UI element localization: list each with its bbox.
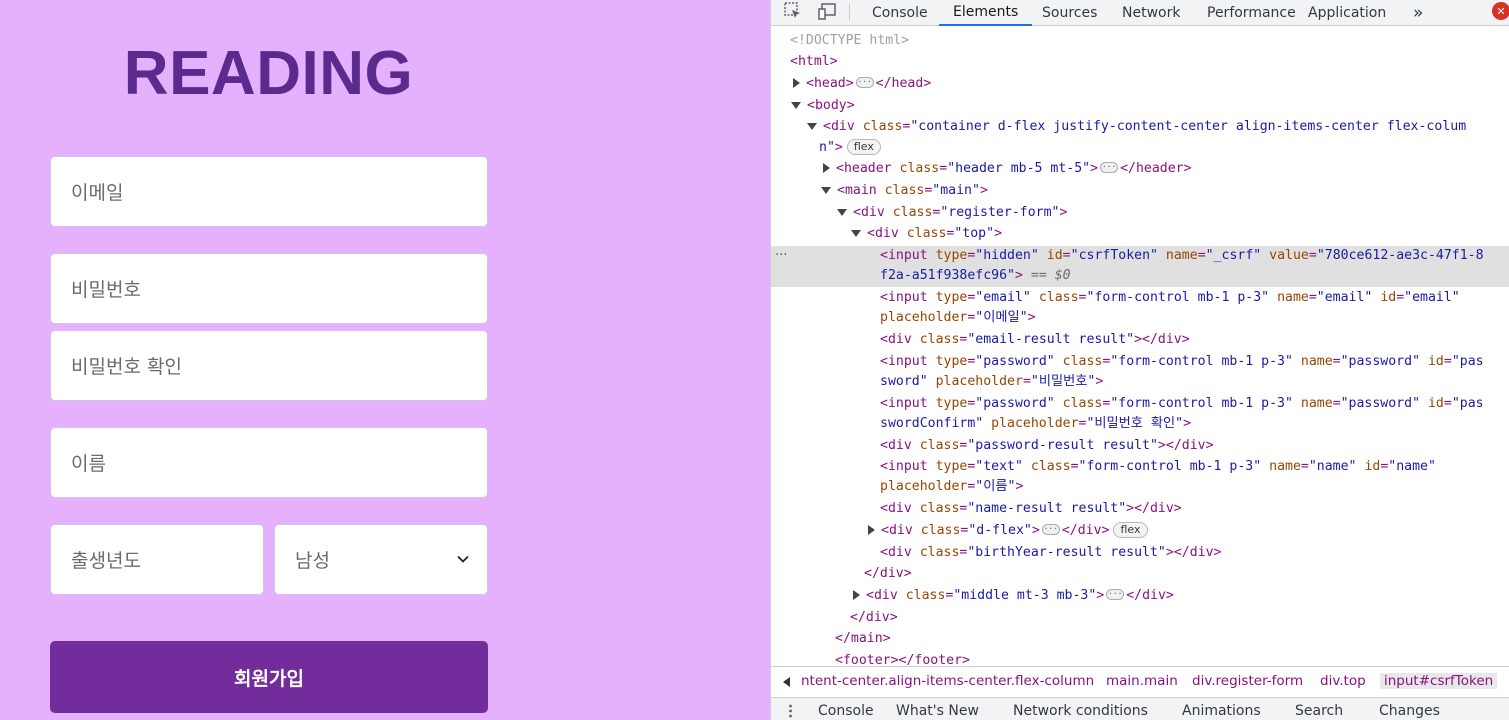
ellipsis-icon[interactable]: ··· xyxy=(855,76,874,88)
dom-node[interactable]: n"> flex xyxy=(819,138,881,158)
ellipsis-icon[interactable]: ··· xyxy=(1100,161,1119,173)
tab-application[interactable]: Application xyxy=(1308,0,1386,26)
dom-node[interactable]: <div class="email-result result"></div> xyxy=(880,330,1190,350)
expand-arrow-icon[interactable] xyxy=(868,525,875,535)
flex-badge[interactable]: flex xyxy=(846,139,881,155)
breadcrumb-item[interactable]: div.register-form xyxy=(1192,673,1303,689)
signup-button[interactable]: 회원가입 xyxy=(50,641,488,713)
dom-node[interactable]: <div class="d-flex"> ··· </div> flex xyxy=(868,521,1148,541)
dom-node[interactable]: <div class="birthYear-result result"></d… xyxy=(880,543,1221,563)
drawer-tab-animations[interactable]: Animations xyxy=(1182,703,1261,719)
gender-select[interactable]: 남성 xyxy=(274,524,488,595)
email-placeholder: 이메일 xyxy=(71,182,124,204)
birth-year-input[interactable]: 출생년도 xyxy=(50,524,264,595)
dom-node[interactable]: <div class="password-result result"></di… xyxy=(880,436,1214,456)
tab-performance[interactable]: Performance xyxy=(1207,0,1296,26)
dom-node[interactable]: <head> ··· </head> xyxy=(793,74,931,94)
breadcrumb-item[interactable]: div.top xyxy=(1320,673,1366,689)
dom-node[interactable]: <!DOCTYPE html> xyxy=(790,31,909,51)
tab-network[interactable]: Network xyxy=(1122,0,1180,26)
dom-node[interactable]: <div class="name-result result"></div> xyxy=(880,499,1182,519)
app-logo: READING xyxy=(123,39,414,108)
breadcrumb-item[interactable]: main.main xyxy=(1106,673,1178,689)
collapse-arrow-icon[interactable] xyxy=(791,101,801,109)
drawer-tabbar: Console What's New Network conditions An… xyxy=(771,697,1509,720)
expand-arrow-icon[interactable] xyxy=(823,163,830,173)
inspect-element-icon[interactable] xyxy=(781,0,805,22)
dom-node[interactable]: <header class="header mb-5 mt-5"> ··· </he… xyxy=(823,159,1192,179)
dom-node[interactable]: <input type="text" class="form-control m… xyxy=(880,457,1436,477)
device-toolbar-icon[interactable] xyxy=(815,0,839,22)
ellipsis-icon[interactable]: ··· xyxy=(1106,588,1125,600)
birth-year-placeholder: 출생년도 xyxy=(71,550,141,572)
collapse-arrow-icon[interactable] xyxy=(821,186,831,194)
selected-dom-node[interactable]: ··· <input type="hidden" id="csrfToken" … xyxy=(771,246,1509,287)
tab-elements[interactable]: Elements xyxy=(939,0,1033,26)
dom-node[interactable]: sword" placeholder="비밀번호"> xyxy=(880,372,1103,392)
breadcrumb-item-selected[interactable]: input#csrfToken xyxy=(1380,673,1498,689)
drawer-tab-search[interactable]: Search xyxy=(1295,703,1343,719)
name-placeholder: 이름 xyxy=(71,453,106,475)
flex-badge[interactable]: flex xyxy=(1113,522,1148,538)
collapse-arrow-icon[interactable] xyxy=(851,229,861,237)
drawer-tab-console[interactable]: Console xyxy=(818,703,874,719)
password-confirm-placeholder: 비밀번호 확인 xyxy=(71,356,182,378)
dom-node[interactable]: <div class="container d-flex justify-con… xyxy=(807,117,1466,137)
drawer-menu-icon[interactable] xyxy=(789,704,792,720)
devtools-panel: Console Elements Sources Network Perform… xyxy=(770,0,1509,720)
node-actions-icon[interactable]: ··· xyxy=(775,246,787,266)
password-placeholder: 비밀번호 xyxy=(71,279,141,301)
dom-node[interactable]: </div> xyxy=(864,564,912,584)
dom-node[interactable]: <div class="middle mt-3 mb-3"> ··· </div> xyxy=(853,586,1174,606)
ellipsis-icon[interactable]: ··· xyxy=(1041,523,1060,535)
dom-node[interactable]: placeholder="이메일"> xyxy=(880,308,1036,328)
name-input[interactable]: 이름 xyxy=(50,427,488,498)
collapse-arrow-icon[interactable] xyxy=(837,208,847,216)
dom-node[interactable]: <div class="register-form"> xyxy=(837,203,1067,223)
expand-arrow-icon[interactable] xyxy=(793,78,800,88)
expand-arrow-icon[interactable] xyxy=(853,590,860,600)
dom-node[interactable]: <body> xyxy=(791,96,855,116)
dom-node[interactable]: swordConfirm" placeholder="비밀번호 확인"> xyxy=(880,414,1191,434)
drawer-tab-whats-new[interactable]: What's New xyxy=(896,703,979,719)
dom-node[interactable]: <div class="top"> xyxy=(851,224,1002,244)
scroll-left-icon[interactable] xyxy=(783,677,790,687)
dom-node[interactable]: <input type="password" class="form-contr… xyxy=(880,352,1484,372)
chevron-down-icon xyxy=(457,555,469,563)
tab-sources[interactable]: Sources xyxy=(1042,0,1097,26)
dom-node[interactable]: <input type="password" class="form-contr… xyxy=(880,394,1484,414)
breadcrumb-item[interactable]: ntent-center.align-items-center.flex-col… xyxy=(801,673,1094,689)
password-confirm-input[interactable]: 비밀번호 확인 xyxy=(50,330,488,401)
dom-node[interactable]: <input type="email" class="form-control … xyxy=(880,288,1460,308)
dom-node[interactable]: placeholder="이름"> xyxy=(880,477,1023,497)
password-input[interactable]: 비밀번호 xyxy=(50,253,488,324)
collapse-arrow-icon[interactable] xyxy=(807,122,817,130)
drawer-tab-changes[interactable]: Changes xyxy=(1379,703,1440,719)
dom-tree: <!DOCTYPE html> <html> <head> ··· </head> … xyxy=(771,28,1509,665)
breadcrumb: ntent-center.align-items-center.flex-col… xyxy=(771,666,1509,696)
dom-node[interactable]: </div> xyxy=(850,608,898,628)
email-input[interactable]: 이메일 xyxy=(50,156,488,227)
dom-node[interactable]: <footer></footer> xyxy=(835,651,970,665)
error-icon[interactable]: ✕ xyxy=(1492,2,1509,20)
drawer-tab-network-conditions[interactable]: Network conditions xyxy=(1013,703,1148,719)
tab-console[interactable]: Console xyxy=(872,0,928,26)
more-tabs-icon[interactable]: » xyxy=(1413,0,1423,26)
toolbar-separator xyxy=(849,3,850,21)
gender-selected-value: 남성 xyxy=(295,550,330,572)
dom-node[interactable]: </main> xyxy=(835,629,891,649)
dom-node[interactable]: <main class="main"> xyxy=(821,181,988,201)
dom-node[interactable]: <html> xyxy=(790,52,838,72)
app-page: READING 이메일 비밀번호 비밀번호 확인 이름 출생년도 남성 회원가입 xyxy=(0,0,770,720)
devtools-tabbar: Console Elements Sources Network Perform… xyxy=(771,0,1509,26)
